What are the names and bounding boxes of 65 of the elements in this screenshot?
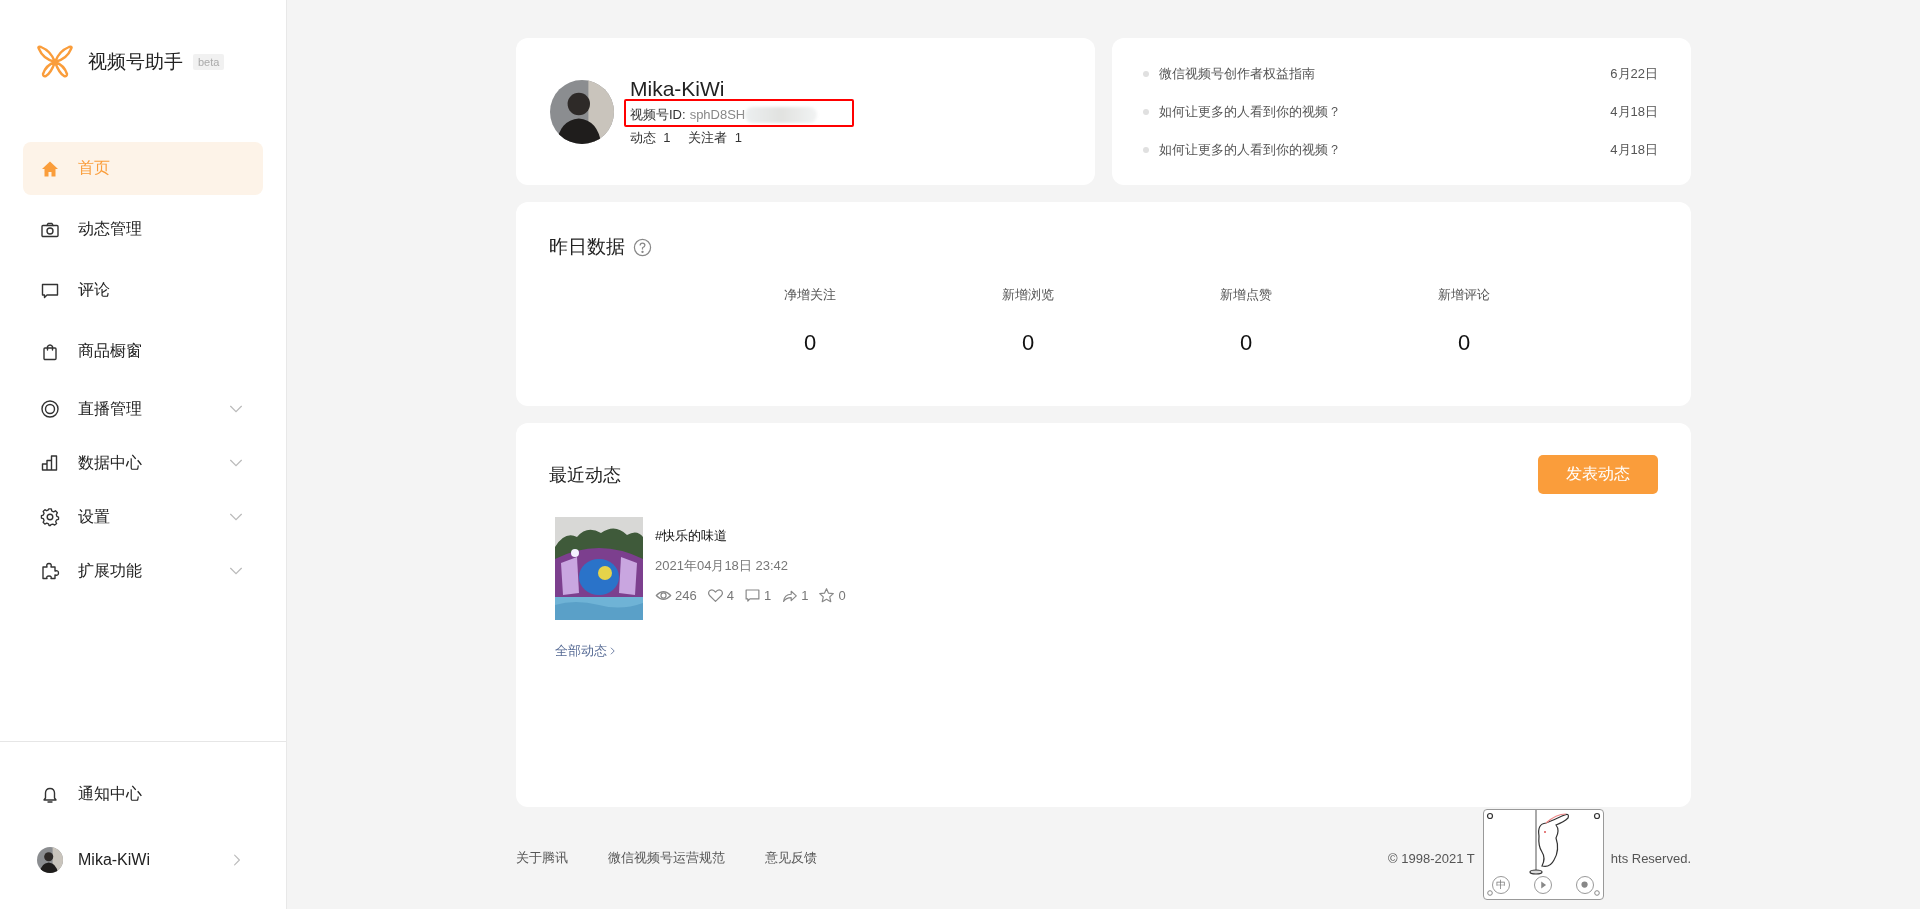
bullet-icon	[1143, 71, 1149, 77]
footer-link[interactable]: 关于腾讯	[516, 849, 568, 867]
nav-item[interactable]: 数据中心	[23, 440, 263, 486]
copyright-text: hts Reserved.	[1610, 850, 1691, 866]
post-time: 2021年04月18日 23:42	[655, 557, 789, 575]
nav-item[interactable]: 直播管理	[23, 386, 263, 432]
metric-value: 0	[1239, 330, 1253, 356]
news-date: 4月18日	[1610, 103, 1658, 121]
metric-label: 净增关注	[784, 286, 836, 304]
notification-center-item[interactable]: 通知中心	[23, 784, 263, 805]
corner-dot-icon	[1487, 890, 1493, 896]
avatar	[37, 847, 63, 873]
account-name: Mika-KiWi	[630, 76, 726, 101]
corner-dot-icon	[1594, 890, 1600, 896]
copyright-text: © 1998-2021 T	[1388, 850, 1475, 866]
post-stat-count: 0	[838, 588, 846, 603]
section-title: 昨日数据	[549, 235, 625, 259]
post-stat-count: 246	[675, 588, 697, 603]
footer-link[interactable]: 微信视频号运营规范	[608, 849, 725, 867]
account-item[interactable]: Mika-KiWi	[23, 847, 263, 873]
id-value: sphD8SH	[689, 107, 746, 122]
metric-label: 新增点赞	[1220, 286, 1272, 304]
comment-icon	[743, 587, 761, 604]
metric-label: 新增浏览	[1002, 286, 1054, 304]
puzzle-icon	[40, 561, 60, 581]
post-stat-count: 4	[726, 588, 734, 603]
logo-icon	[36, 45, 74, 79]
nav-item[interactable]: 设置	[23, 494, 263, 540]
metric-value: 0	[1457, 330, 1471, 356]
nav-item[interactable]: 评论	[23, 264, 263, 317]
metric-value: 0	[803, 330, 817, 356]
news-link[interactable]: 如何让更多的人看到你的视频？	[1159, 141, 1611, 159]
ime-button[interactable]: 中	[1492, 876, 1510, 894]
floating-widget[interactable]: 中	[1483, 809, 1604, 900]
footer-link[interactable]: 意见反馈	[765, 849, 817, 867]
nav-item[interactable]: 商品橱窗	[23, 325, 263, 378]
news-link[interactable]: 如何让更多的人看到你的视频？	[1159, 103, 1611, 121]
metric-value: 0	[1021, 330, 1035, 356]
news-link[interactable]: 微信视频号创作者权益指南	[1159, 65, 1611, 83]
profile-stat: 关注者 1	[688, 128, 742, 147]
app-title: 视频号助手	[88, 50, 183, 74]
settings-icon	[40, 507, 60, 527]
post-stat-count: 1	[763, 588, 772, 603]
bullet-icon	[1143, 109, 1149, 115]
news-date: 4月18日	[1610, 141, 1658, 159]
news-date: 6月22日	[1610, 65, 1658, 83]
heart-icon	[706, 587, 724, 604]
shopping-bag-icon	[40, 341, 60, 362]
nav-item[interactable]: 扩展功能	[23, 548, 263, 594]
id-label: 视频号ID:	[630, 105, 686, 124]
beta-badge: beta	[193, 54, 225, 70]
record-icon[interactable]	[1576, 876, 1594, 894]
all-posts-link[interactable]: 全部动态	[555, 642, 619, 660]
bullet-icon	[1143, 147, 1149, 153]
metric-label: 新增评论	[1438, 286, 1490, 304]
bar-chart-icon	[40, 453, 60, 473]
section-title: 最近动态	[549, 463, 621, 487]
star-icon	[818, 587, 836, 604]
concentric-circles-icon	[40, 399, 60, 419]
play-icon[interactable]	[1534, 876, 1552, 894]
help-icon[interactable]	[633, 237, 652, 257]
post-title[interactable]: #快乐的味道	[655, 527, 846, 545]
profile-stat: 动态 1	[630, 128, 671, 147]
post-stat-count: 1	[801, 588, 809, 603]
nav-item[interactable]: 动态管理	[23, 203, 263, 256]
